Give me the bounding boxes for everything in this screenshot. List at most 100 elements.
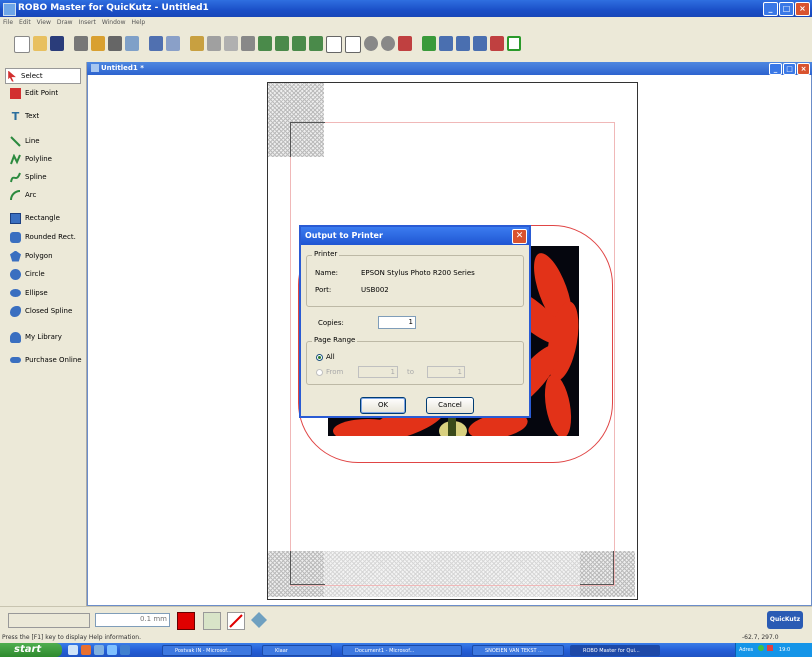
ungroup-icon[interactable] [309, 36, 323, 51]
doc-minimize-button[interactable]: _ [769, 63, 782, 75]
doc-close-button[interactable]: × [797, 63, 810, 75]
weld-icon[interactable] [422, 36, 436, 51]
range-from-radio[interactable] [316, 369, 323, 376]
range-from-input[interactable]: 1 [358, 366, 398, 378]
window-title-bar[interactable]: ROBO Master for QuicKutz - Untitled1 _ □… [0, 0, 812, 17]
fill-tool-icon[interactable] [203, 612, 221, 630]
frame-icon[interactable] [326, 36, 342, 53]
person-icon[interactable] [91, 36, 105, 51]
tool-label: Ellipse [25, 289, 48, 297]
print-preview-icon[interactable] [108, 36, 122, 51]
print-icon[interactable] [74, 36, 88, 51]
no-line-icon[interactable] [227, 612, 245, 630]
printer-port-value: USB002 [361, 286, 389, 294]
rotate-right-icon[interactable] [456, 36, 470, 51]
tool-rectangle[interactable]: Rectangle [10, 211, 60, 225]
office-icon[interactable] [81, 645, 91, 655]
tool-spline[interactable]: Spline [10, 170, 47, 184]
open-folder-icon[interactable] [33, 36, 47, 51]
tool-label: Line [25, 137, 40, 145]
maximize-button[interactable]: □ [779, 2, 794, 16]
page-range-label: Page Range [312, 336, 358, 344]
undo-icon[interactable] [149, 36, 163, 51]
tool-rounded-rect[interactable]: Rounded Rect. [10, 230, 76, 244]
rotate-left-icon[interactable] [439, 36, 453, 51]
document-title-bar[interactable]: Untitled1 * _ □ × [87, 62, 812, 75]
task-word-document1[interactable]: Document1 - Microsof... [342, 645, 462, 656]
pan-icon[interactable] [398, 36, 412, 51]
cut-machine-icon[interactable] [490, 36, 504, 51]
task-outlook[interactable]: Postvak IN - Microsof... [162, 645, 252, 656]
transform-icon[interactable] [251, 612, 267, 628]
save-icon[interactable] [50, 36, 64, 51]
doc-maximize-button[interactable]: □ [783, 63, 796, 75]
cancel-button[interactable]: Cancel [426, 397, 474, 414]
tool-panel: Select Edit Point T Text Line Polyline S… [0, 62, 87, 606]
ie-icon[interactable] [107, 645, 117, 655]
zoom-out-icon[interactable] [381, 36, 395, 51]
range-all-radio[interactable] [316, 354, 323, 361]
tool-closed-spline[interactable]: Closed Spline [10, 304, 72, 318]
polygon-icon [10, 250, 21, 262]
flip-icon[interactable] [473, 36, 487, 51]
printer-port-label: Port: [315, 286, 332, 294]
task-browser[interactable]: Klaar [262, 645, 332, 656]
page-range-group: Page Range [306, 336, 524, 385]
menu-edit[interactable]: Edit [16, 17, 34, 28]
toolbar [0, 28, 812, 63]
copies-input[interactable]: 1 [378, 316, 416, 329]
ok-button[interactable]: OK [360, 397, 406, 414]
menu-file[interactable]: File [0, 17, 16, 28]
menu-help[interactable]: Help [128, 17, 148, 28]
align-left-icon[interactable] [258, 36, 272, 51]
select-frame-icon[interactable] [507, 36, 521, 51]
tool-line[interactable]: Line [10, 134, 40, 148]
task-snoeien-tekst[interactable]: SNOEIEN VAN TEKST ... [472, 645, 564, 656]
page-setup-icon[interactable] [125, 36, 139, 51]
paste-icon[interactable] [224, 36, 238, 51]
tool-edit-point[interactable]: Edit Point [10, 86, 58, 100]
crop-mark-top-left [290, 122, 325, 157]
tool-text[interactable]: T Text [10, 109, 39, 123]
close-button[interactable]: × [795, 2, 810, 16]
tool-purchase-online[interactable]: Purchase Online [10, 353, 82, 367]
outlook-icon[interactable] [94, 645, 104, 655]
menu-view[interactable]: View [34, 17, 54, 28]
media-icon[interactable] [120, 645, 130, 655]
tool-label: Edit Point [25, 89, 59, 97]
menu-insert[interactable]: Insert [76, 17, 99, 28]
copy-icon[interactable] [207, 36, 221, 51]
position-field[interactable] [8, 613, 90, 628]
desktop-icon[interactable] [68, 645, 78, 655]
menu-window[interactable]: Window [99, 17, 129, 28]
zoom-in-icon[interactable] [364, 36, 378, 51]
group-icon[interactable] [292, 36, 306, 51]
zoom-fit-icon[interactable] [345, 36, 361, 53]
delete-icon[interactable] [241, 36, 255, 51]
task-robo-master[interactable]: ROBO Master for Qui... [570, 645, 660, 656]
new-file-icon[interactable] [14, 36, 30, 53]
tool-polyline[interactable]: Polyline [10, 152, 52, 166]
align-center-icon[interactable] [275, 36, 289, 51]
dialog-close-button[interactable]: ✕ [512, 229, 527, 244]
tool-my-library[interactable]: My Library [10, 330, 62, 344]
minimize-button[interactable]: _ [763, 2, 778, 16]
menu-draw[interactable]: Draw [54, 17, 76, 28]
output-to-printer-dialog[interactable]: Output to Printer ✕ Printer Name: EPSON … [299, 225, 531, 418]
language-icon[interactable] [767, 645, 774, 651]
range-to-input[interactable]: 1 [427, 366, 465, 378]
menu-bar: File Edit View Draw Insert Window Help [0, 17, 812, 28]
tool-arc[interactable]: Arc [10, 188, 36, 202]
network-icon[interactable] [757, 645, 764, 651]
tool-circle[interactable]: Circle [10, 267, 45, 281]
start-button[interactable]: start [0, 643, 62, 657]
dialog-title-bar[interactable]: Output to Printer ✕ [301, 227, 529, 245]
line-width-field[interactable]: 0.1 mm [95, 613, 170, 627]
tool-ellipse[interactable]: Ellipse [10, 286, 48, 300]
tool-polygon[interactable]: Polygon [10, 249, 53, 263]
redo-icon[interactable] [166, 36, 180, 51]
tool-select[interactable]: Select [5, 68, 81, 84]
tool-label: Spline [25, 173, 47, 181]
cut-icon[interactable] [190, 36, 204, 51]
fill-color-swatch[interactable] [177, 612, 195, 630]
